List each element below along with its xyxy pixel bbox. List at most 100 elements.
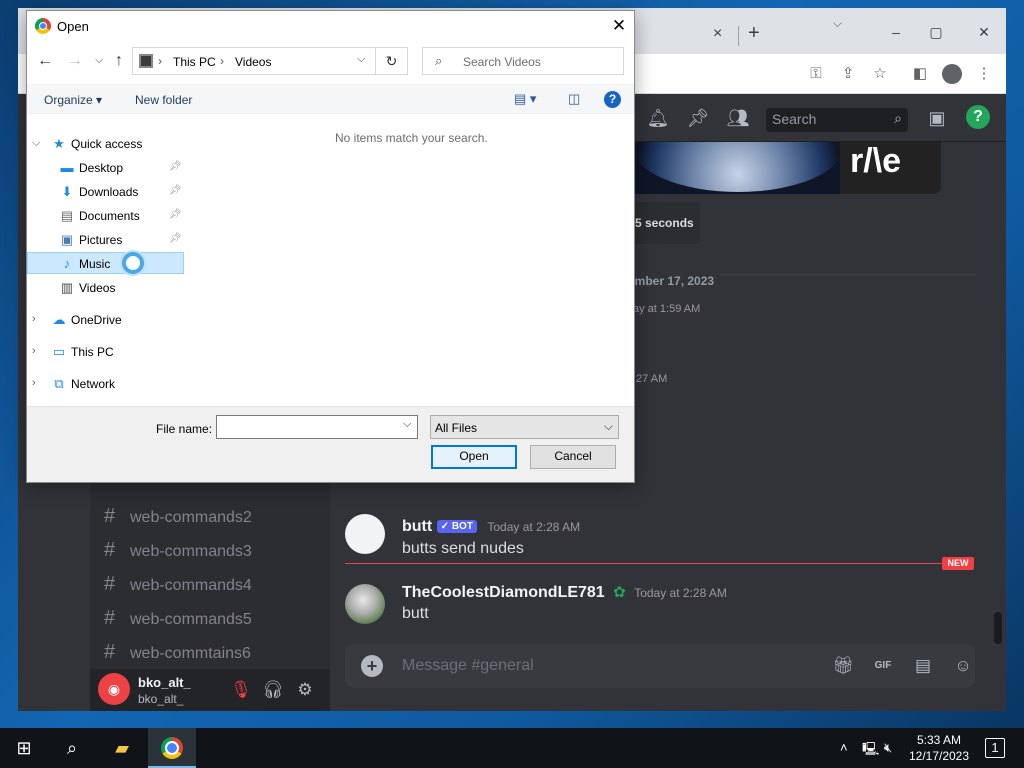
scrollbar[interactable] bbox=[994, 612, 1002, 644]
windows-start-icon[interactable]: ⊞ bbox=[4, 734, 44, 762]
inbox-icon[interactable]: ▣ bbox=[925, 106, 949, 130]
channel-item[interactable]: # web-commands3 bbox=[104, 535, 324, 565]
file-explorer-icon[interactable]: ▰ bbox=[102, 734, 142, 762]
avatar[interactable] bbox=[345, 514, 385, 554]
chevron-right-icon[interactable]: › bbox=[32, 313, 36, 325]
chevron-right-icon[interactable]: › bbox=[32, 345, 36, 357]
pin-icon[interactable]: 📌︎ bbox=[686, 106, 710, 130]
gift-icon[interactable]: 🎁︎ bbox=[831, 654, 855, 678]
chrome-menu-icon[interactable]: ⋮ bbox=[972, 62, 996, 86]
volume-muted-icon[interactable]: 🔇︎ bbox=[884, 740, 892, 756]
breadcrumb-separator-icon[interactable]: › bbox=[158, 54, 162, 68]
share-icon[interactable]: ⇪ bbox=[836, 62, 860, 86]
chevron-right-icon[interactable]: › bbox=[32, 377, 36, 389]
pin-icon[interactable]: 📌︎ bbox=[169, 209, 182, 220]
nav-videos[interactable]: ▥ Videos bbox=[27, 277, 184, 299]
help-icon[interactable]: ? bbox=[966, 105, 990, 129]
help-icon[interactable]: ? bbox=[604, 91, 621, 108]
desktop-icon: ▬ bbox=[60, 160, 74, 175]
file-type-select[interactable]: All Files ⌵ bbox=[430, 415, 619, 439]
back-arrow-icon[interactable]: ← bbox=[35, 49, 55, 73]
nav-quick-access[interactable]: ⌵ ★ Quick access bbox=[27, 133, 184, 155]
headphones-icon[interactable]: 🎧︎ bbox=[262, 679, 284, 701]
new-folder-button[interactable]: New folder bbox=[135, 93, 192, 107]
bookmark-star-icon[interactable]: ☆ bbox=[868, 62, 892, 86]
search-videos-input[interactable]: ⌕ Search Videos bbox=[422, 47, 624, 75]
organize-button[interactable]: Organize ▾ bbox=[44, 93, 102, 107]
nav-documents[interactable]: ▤ Documents 📌︎ bbox=[27, 205, 184, 227]
breadcrumb-videos[interactable]: Videos bbox=[235, 55, 271, 69]
message-author[interactable]: butt bbox=[402, 518, 432, 535]
emoji-icon[interactable]: ☺ bbox=[951, 654, 975, 678]
cancel-button[interactable]: Cancel bbox=[530, 445, 616, 469]
sticker-icon[interactable]: ▤ bbox=[911, 654, 935, 678]
channel-item[interactable]: # web-commands4 bbox=[104, 569, 324, 599]
bell-icon[interactable]: 🔔︎ bbox=[646, 106, 670, 130]
open-button[interactable]: Open bbox=[431, 445, 517, 469]
taskbar-clock[interactable]: 5:33 AM 12/17/2023 bbox=[900, 732, 978, 764]
attach-plus-icon[interactable]: + bbox=[361, 655, 383, 677]
preview-pane-icon[interactable]: ◫ bbox=[568, 91, 580, 107]
show-hidden-icons-chevron-icon[interactable]: ˄ bbox=[840, 740, 848, 755]
chrome-taskbar-button[interactable] bbox=[148, 728, 196, 768]
key-icon[interactable]: ⚿ bbox=[804, 62, 828, 86]
nav-pictures[interactable]: ▣ Pictures 📌︎ bbox=[27, 229, 184, 251]
nav-network[interactable]: › ⧉ Network bbox=[27, 373, 184, 395]
tab-search-chevron-icon[interactable]: ⌵ bbox=[833, 16, 842, 31]
view-options-icon[interactable]: ▤ ▾ bbox=[514, 91, 536, 107]
chevron-down-icon[interactable]: ⌵ bbox=[32, 137, 40, 150]
pin-icon[interactable]: 📌︎ bbox=[169, 233, 182, 244]
refresh-button[interactable]: ↻ bbox=[376, 47, 408, 75]
timestamp-fragment: :27 AM bbox=[633, 373, 668, 385]
nav-music[interactable]: ♪ Music bbox=[27, 252, 184, 274]
close-button[interactable]: ✕ bbox=[964, 18, 1004, 46]
search-icon[interactable]: ⌕ bbox=[52, 734, 92, 762]
composer-placeholder: Message #general bbox=[402, 657, 534, 674]
address-bar[interactable]: › This PC › Videos ⌵ bbox=[132, 47, 376, 75]
discord-avatar[interactable]: ◉ bbox=[98, 673, 130, 705]
profile-avatar[interactable] bbox=[940, 62, 964, 86]
network-status-icon[interactable]: 🖳︎ bbox=[862, 740, 879, 762]
embed-image[interactable]: r/\e bbox=[633, 142, 941, 194]
message-composer[interactable]: + Message #general 🎁︎ GIF ▤ ☺ bbox=[345, 644, 975, 688]
message-author[interactable]: TheCoolestDiamondLE781 bbox=[402, 584, 605, 601]
minimize-button[interactable]: – bbox=[876, 18, 916, 46]
channel-item[interactable]: # web-commtains6 bbox=[104, 637, 324, 667]
breadcrumb-this-pc[interactable]: This PC bbox=[173, 55, 216, 69]
nav-desktop[interactable]: ▬ Desktop 📌︎ bbox=[27, 157, 184, 179]
timestamp-fragment: ay at 1:59 AM bbox=[633, 303, 701, 315]
download-arrow-icon: ⬇ bbox=[61, 184, 73, 199]
dialog-close-icon[interactable]: ✕ bbox=[607, 14, 631, 38]
videos-folder-icon bbox=[139, 54, 153, 68]
side-panel-icon[interactable]: ◧ bbox=[908, 62, 932, 86]
date-divider-text: ember 17, 2023 bbox=[628, 274, 715, 288]
up-arrow-icon[interactable]: ↑ bbox=[109, 49, 129, 73]
breadcrumb-separator-icon[interactable]: › bbox=[220, 54, 224, 68]
avatar[interactable] bbox=[345, 584, 385, 624]
discord-search-input[interactable]: Search ⌕ bbox=[766, 108, 908, 132]
recent-locations-chevron-icon[interactable]: ⌵ bbox=[89, 49, 109, 73]
file-name-input[interactable] bbox=[216, 415, 418, 439]
pictures-icon: ▣ bbox=[60, 232, 74, 247]
channel-item[interactable]: # web-commands5 bbox=[104, 603, 324, 633]
pin-icon[interactable]: 📌︎ bbox=[169, 185, 182, 196]
maximize-button[interactable]: ▢ bbox=[916, 18, 956, 46]
mute-mic-icon[interactable]: 🎙︎ bbox=[230, 679, 252, 701]
gif-icon[interactable]: GIF bbox=[871, 654, 895, 678]
notifications-button[interactable]: 1 bbox=[985, 738, 1005, 758]
nav-downloads[interactable]: ⬇ Downloads 📌︎ bbox=[27, 181, 184, 203]
address-dropdown-icon[interactable]: ⌵ bbox=[357, 53, 365, 66]
nav-onedrive[interactable]: › ☁ OneDrive bbox=[27, 309, 184, 331]
nav-this-pc[interactable]: › ▭ This PC bbox=[27, 341, 184, 363]
tab-close-icon[interactable]: × bbox=[713, 25, 722, 43]
pin-icon[interactable]: 📌︎ bbox=[169, 161, 182, 172]
star-icon: ★ bbox=[53, 136, 65, 151]
forward-arrow-icon[interactable]: → bbox=[65, 49, 85, 73]
channel-item[interactable]: # web-commands2 bbox=[104, 501, 324, 531]
new-tab-button[interactable]: + bbox=[748, 22, 760, 45]
settings-gear-icon[interactable]: ⚙ bbox=[294, 679, 316, 701]
user-tag: bko_alt_ bbox=[138, 692, 184, 706]
members-icon[interactable]: 👥︎ bbox=[726, 106, 750, 130]
file-name-dropdown-icon[interactable]: ⌵ bbox=[403, 418, 411, 431]
chevron-down-icon[interactable]: ⌵ bbox=[604, 419, 613, 434]
